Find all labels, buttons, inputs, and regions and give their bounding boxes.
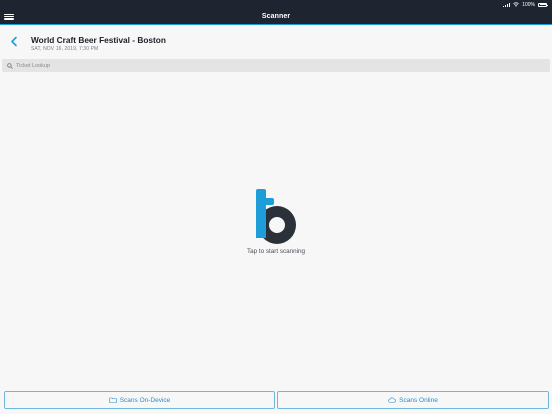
- folder-icon: [108, 397, 117, 403]
- cellular-signal-icon: [503, 2, 511, 7]
- scans-online-button[interactable]: Scans Online: [277, 391, 549, 409]
- tap-to-scan-label: Tap to start scanning: [246, 248, 306, 255]
- scans-on-device-button[interactable]: Scans On-Device: [4, 391, 275, 409]
- ticket-lookup-bar[interactable]: [2, 59, 550, 72]
- back-chevron-icon[interactable]: [9, 36, 19, 47]
- event-date: SAT, NOV 16, 2019, 7:30 PM: [31, 46, 99, 52]
- battery-icon: [538, 2, 548, 7]
- brand-logo-icon: [256, 189, 296, 244]
- status-bar: 100%: [0, 0, 552, 9]
- scans-online-label: Scans Online: [399, 396, 438, 404]
- search-icon: [7, 62, 13, 69]
- scans-on-device-label: Scans On-Device: [119, 396, 171, 404]
- battery-percent: 100%: [522, 1, 535, 8]
- event-header: World Craft Beer Festival - Boston SAT, …: [0, 26, 552, 58]
- nav-title: Scanner: [261, 13, 291, 20]
- hamburger-menu-icon[interactable]: [4, 12, 14, 21]
- nav-bar: Scanner: [0, 9, 552, 25]
- ticket-lookup-input[interactable]: [16, 60, 536, 71]
- event-title: World Craft Beer Festival - Boston: [31, 35, 166, 45]
- cloud-icon: [388, 397, 396, 403]
- wifi-icon: [513, 2, 520, 7]
